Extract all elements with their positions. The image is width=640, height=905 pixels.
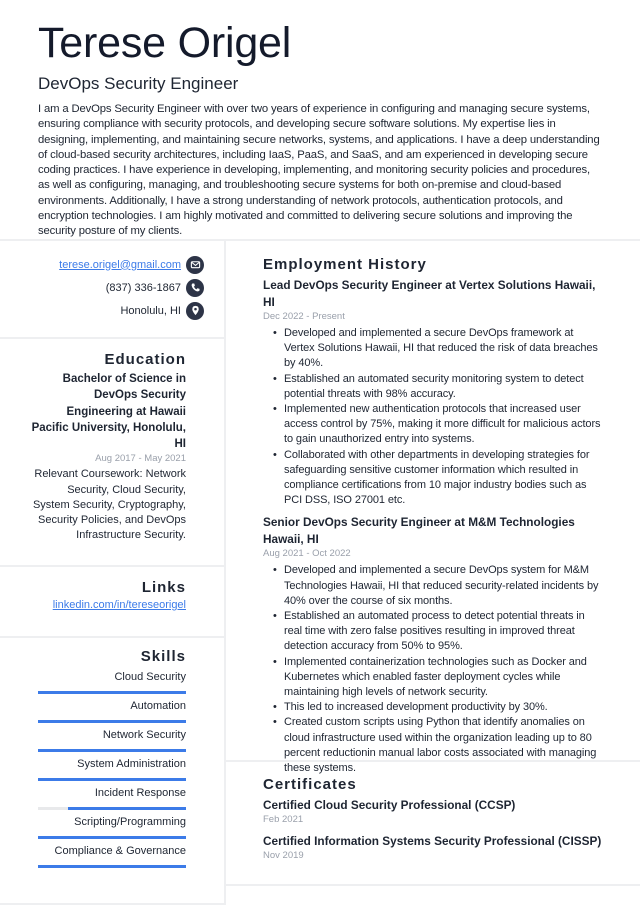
skill-level-fill: [38, 836, 186, 839]
skills-list: Cloud Security Automation Network Security…: [30, 669, 186, 868]
employment-section: Employment History Lead DevOps Security …: [226, 241, 640, 774]
certificate-date: Feb 2021: [263, 814, 304, 825]
links-section: Links linkedin.com/in/tereseorigel: [0, 567, 224, 638]
skill-name: Cloud Security: [114, 671, 186, 683]
education-dates: Aug 2017 - May 2021: [95, 453, 186, 465]
skills-heading: Skills: [140, 648, 186, 665]
skill-level-bar: [38, 778, 186, 781]
skill-item: Network Security: [30, 727, 186, 752]
jobs-list: Lead DevOps Security Engineer at Vertex …: [263, 277, 604, 776]
contact-phone-row: (837) 336-1867: [30, 276, 204, 299]
candidate-name: Terese Origel: [38, 19, 292, 67]
skill-name: Incident Response: [94, 787, 186, 799]
job-bullet: Developed and implemented a secure DevOp…: [263, 326, 604, 372]
skill-level-fill: [38, 749, 186, 752]
location-text: Honolulu, HI: [120, 304, 181, 317]
contact-location-row: Honolulu, HI: [30, 299, 204, 322]
resume-body: terese.origel@gmail.com (837) 336-1867 H…: [0, 241, 640, 905]
job-entry: Lead DevOps Security Engineer at Vertex …: [263, 277, 604, 508]
employment-heading: Employment History: [263, 256, 427, 273]
certificate-name: Certified Information Systems Security P…: [263, 834, 602, 848]
contact-email-row: terese.origel@gmail.com: [30, 253, 204, 276]
skill-level-fill: [38, 778, 186, 781]
linkedin-link[interactable]: linkedin.com/in/tereseorigel: [30, 599, 186, 611]
map-pin-icon: [186, 301, 204, 320]
skill-name: Automation: [130, 700, 186, 712]
certificate-item: Certified Information Systems Security P…: [263, 833, 604, 863]
job-dates: Aug 2021 - Oct 2022: [263, 548, 351, 560]
skill-item: Automation: [30, 698, 186, 723]
job-bullet: Established an automated security monito…: [263, 372, 604, 402]
left-column: terese.origel@gmail.com (837) 336-1867 H…: [0, 241, 226, 905]
job-bullet: Created custom scripts using Python that…: [263, 715, 604, 776]
links-heading: Links: [141, 579, 186, 596]
skill-item: Compliance & Governance: [30, 843, 186, 868]
skill-level-fill: [38, 865, 186, 868]
contact-section: terese.origel@gmail.com (837) 336-1867 H…: [0, 241, 224, 339]
certificates-list: Certified Cloud Security Professional (C…: [263, 797, 604, 863]
certificate-date: Nov 2019: [263, 850, 304, 861]
job-bullet: Implemented new authentication protocols…: [263, 402, 604, 448]
skill-level-bar: [38, 720, 186, 723]
job-entry: Senior DevOps Security Engineer at M&M T…: [263, 514, 604, 776]
skill-level-fill: [38, 720, 186, 723]
envelope-icon: [186, 255, 204, 274]
job-heading: Lead DevOps Security Engineer at Vertex …: [263, 278, 596, 309]
skill-item: System Administration: [30, 756, 186, 781]
education-section: Education Bachelor of Science in DevOps …: [0, 339, 224, 567]
skill-item: Incident Response: [30, 785, 186, 810]
skill-name: Compliance & Governance: [54, 845, 186, 857]
skill-level-bar: [38, 865, 186, 868]
job-bullet: Implemented containerization technologie…: [263, 655, 604, 701]
skill-item: Scripting/Programming: [30, 814, 186, 839]
phone-icon: [186, 278, 204, 297]
skill-level-bar: [38, 691, 186, 694]
right-column: Employment History Lead DevOps Security …: [226, 241, 640, 905]
education-coursework: Relevant Coursework: Network Security, C…: [32, 468, 186, 542]
skill-level-fill: [38, 691, 186, 694]
skill-level-bar: [38, 749, 186, 752]
skill-name: Network Security: [102, 729, 186, 741]
education-heading: Education: [104, 351, 186, 368]
skill-name: System Administration: [77, 758, 186, 770]
candidate-title: DevOps Security Engineer: [38, 74, 239, 93]
resume-header: Terese Origel DevOps Security Engineer I…: [0, 0, 640, 241]
job-bullets: Developed and implemented a secure DevOp…: [263, 563, 604, 776]
skill-level-bar: [38, 836, 186, 839]
skills-section: Skills Cloud Security Automation Network S…: [0, 638, 224, 905]
job-dates: Dec 2022 - Present: [263, 311, 345, 322]
job-bullets: Developed and implemented a secure DevOp…: [263, 326, 604, 508]
skill-level-fill: [67, 807, 186, 810]
certificate-item: Certified Cloud Security Professional (C…: [263, 797, 604, 827]
skill-name: Scripting/Programming: [74, 816, 186, 828]
job-bullet: This led to increased development produc…: [263, 700, 604, 715]
job-heading: Senior DevOps Security Engineer at M&M T…: [263, 515, 575, 546]
skill-level-bar: [38, 807, 186, 810]
certificate-name: Certified Cloud Security Professional (C…: [263, 798, 516, 812]
certificates-section: Certificates Certified Cloud Security Pr…: [226, 762, 640, 886]
profile-summary: I am a DevOps Security Engineer with ove…: [38, 103, 600, 238]
skill-item: Cloud Security: [30, 669, 186, 694]
job-bullet: Established an automated process to dete…: [263, 609, 604, 655]
education-degree: Bachelor of Science in DevOps Security E…: [31, 373, 186, 451]
job-bullet: Developed and implemented a secure DevOp…: [263, 563, 604, 609]
phone-number: (837) 336-1867: [105, 281, 181, 294]
email-link[interactable]: terese.origel@gmail.com: [59, 259, 181, 271]
job-bullet: Collaborated with other departments in d…: [263, 448, 604, 509]
certificates-heading: Certificates: [263, 776, 357, 793]
